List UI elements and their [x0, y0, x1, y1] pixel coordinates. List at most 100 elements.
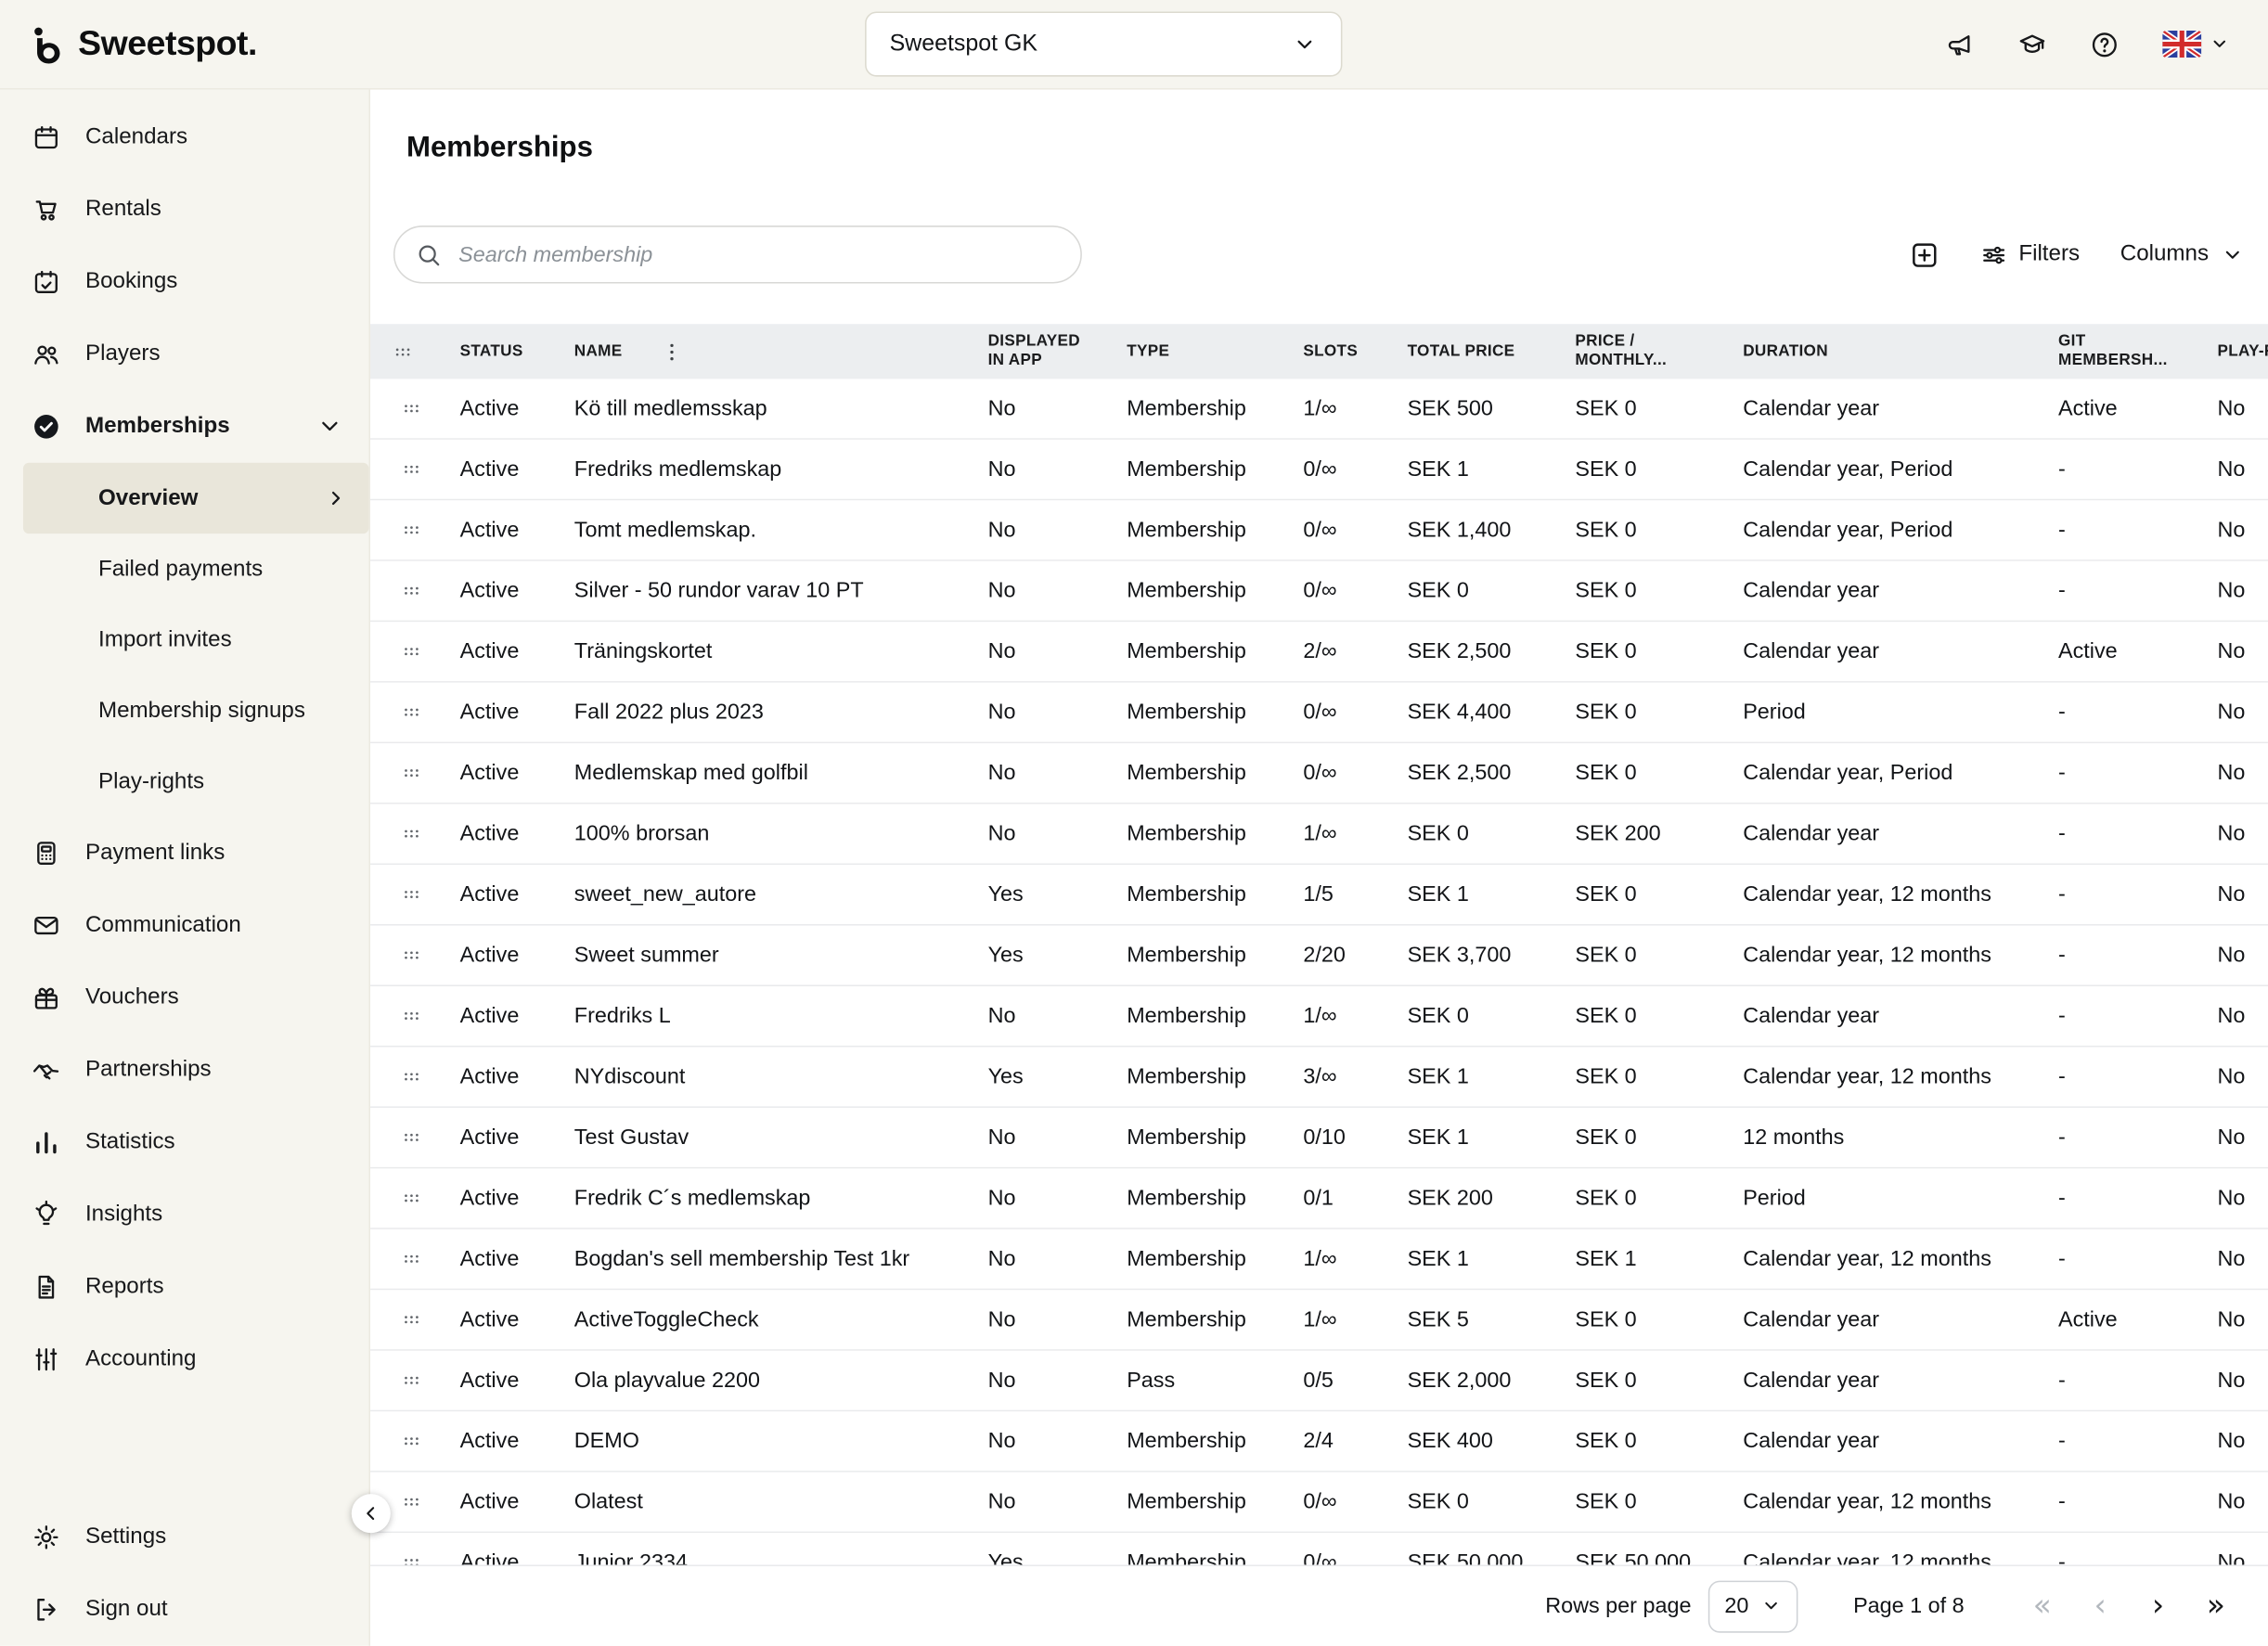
- table-row[interactable]: ActiveSilver - 50 rundor varav 10 PTNoMe…: [370, 561, 2268, 622]
- sidebar-item-calendars[interactable]: Calendars: [0, 101, 368, 174]
- filters-button[interactable]: Filters: [1979, 241, 2080, 269]
- table-row[interactable]: ActiveDEMONoMembership2/4SEK 400SEK 0Cal…: [370, 1411, 2268, 1472]
- table-row[interactable]: ActiveBogdan's sell membership Test 1krN…: [370, 1229, 2268, 1290]
- row-drag-handle[interactable]: [370, 1307, 434, 1331]
- row-drag-handle[interactable]: [370, 578, 434, 602]
- academy-button[interactable]: [2017, 30, 2046, 58]
- cell-type: Membership: [1101, 700, 1277, 724]
- sidebar-subitem-membership-signups[interactable]: Membership signups: [0, 675, 368, 746]
- next-page-button[interactable]: ›: [2129, 1591, 2186, 1622]
- row-drag-handle[interactable]: [370, 396, 434, 420]
- column-header-name[interactable]: NAME: [548, 340, 962, 364]
- row-drag-handle[interactable]: [370, 1186, 434, 1210]
- row-drag-handle[interactable]: [370, 821, 434, 845]
- table-row[interactable]: ActiveOlatestNoMembership0/∞SEK 0SEK 0Ca…: [370, 1472, 2268, 1533]
- table-row[interactable]: ActiveFredriks medlemskapNoMembership0/∞…: [370, 440, 2268, 500]
- help-button[interactable]: [2090, 30, 2119, 58]
- sidebar-item-settings[interactable]: Settings: [0, 1501, 368, 1574]
- row-drag-handle[interactable]: [370, 1550, 434, 1565]
- row-drag-handle[interactable]: [370, 700, 434, 724]
- sidebar-subitem-failed-payments[interactable]: Failed payments: [0, 534, 368, 604]
- sidebar-collapse-button[interactable]: [352, 1494, 391, 1533]
- column-header-status[interactable]: STATUS: [434, 342, 548, 361]
- sidebar-item-accounting[interactable]: Accounting: [0, 1323, 368, 1395]
- sidebar-item-communication[interactable]: Communication: [0, 890, 368, 962]
- row-drag-handle[interactable]: [370, 518, 434, 542]
- row-drag-handle[interactable]: [370, 1125, 434, 1150]
- column-header-duration[interactable]: DURATION: [1717, 342, 2032, 361]
- table-row[interactable]: ActiveKö till medlemsskapNoMembership1/∞…: [370, 379, 2268, 439]
- cell-total-price: SEK 1: [1382, 1064, 1550, 1088]
- column-header-total-price[interactable]: TOTAL PRICE: [1382, 342, 1550, 361]
- sidebar-item-label: Memberships: [85, 414, 230, 440]
- row-drag-handle[interactable]: [370, 943, 434, 967]
- table-row[interactable]: ActiveFall 2022 plus 2023NoMembership0/∞…: [370, 683, 2268, 743]
- cell-slots: 3/∞: [1277, 1064, 1381, 1088]
- column-header-type[interactable]: TYPE: [1101, 342, 1277, 361]
- row-drag-handle[interactable]: [370, 639, 434, 663]
- row-drag-handle[interactable]: [370, 457, 434, 482]
- sidebar-footer: SettingsSign out: [0, 1501, 368, 1646]
- header-drag-handle[interactable]: [370, 340, 434, 364]
- column-header-displayed-in-app[interactable]: DISPLAYED IN APP: [962, 332, 1102, 370]
- table-row[interactable]: Activesweet_new_autoreYesMembership1/5SE…: [370, 865, 2268, 925]
- club-selector[interactable]: Sweetspot GK: [865, 11, 1342, 76]
- last-page-button[interactable]: »: [2187, 1591, 2245, 1622]
- sidebar-item-bookings[interactable]: Bookings: [0, 246, 368, 318]
- cell-total-price: SEK 0: [1382, 578, 1550, 602]
- cell-play-right: No: [2191, 1550, 2268, 1565]
- table-row[interactable]: ActiveOla playvalue 2200NoPass0/5SEK 2,0…: [370, 1351, 2268, 1411]
- column-header-price-monthly[interactable]: PRICE / MONTHLY...: [1549, 332, 1717, 370]
- table-row[interactable]: ActiveFredriks LNoMembership1/∞SEK 0SEK …: [370, 986, 2268, 1047]
- row-drag-handle[interactable]: [370, 1064, 434, 1088]
- announcements-button[interactable]: [1945, 30, 1974, 58]
- row-drag-handle[interactable]: [370, 882, 434, 907]
- first-page-button[interactable]: «: [2014, 1591, 2071, 1622]
- brand-logo[interactable]: Sweetspot.: [32, 24, 257, 65]
- column-header-git-membersh[interactable]: GIT MEMBERSH...: [2032, 332, 2191, 370]
- sidebar-item-rentals[interactable]: Rentals: [0, 174, 368, 246]
- language-button[interactable]: [2162, 31, 2230, 58]
- row-drag-handle[interactable]: [370, 1004, 434, 1028]
- sidebar-item-statistics[interactable]: Statistics: [0, 1106, 368, 1178]
- sidebar-subitem-overview[interactable]: Overview: [23, 463, 369, 534]
- table-row[interactable]: ActiveActiveToggleCheckNoMembership1/∞SE…: [370, 1290, 2268, 1350]
- sidebar-subitem-play-rights[interactable]: Play-rights: [0, 746, 368, 817]
- add-membership-button[interactable]: [1909, 239, 1939, 270]
- column-header-slots[interactable]: SLOTS: [1277, 342, 1381, 361]
- column-header-play-right[interactable]: PLAY-RIGHT: [2191, 342, 2268, 361]
- cell-name: Bogdan's sell membership Test 1kr: [548, 1247, 962, 1271]
- table-row[interactable]: ActiveFredrik C´s medlemskapNoMembership…: [370, 1168, 2268, 1228]
- cell-type: Membership: [1101, 1550, 1277, 1565]
- rows-per-page-select[interactable]: 20: [1708, 1580, 1798, 1632]
- table-row[interactable]: ActiveSweet summerYesMembership2/20SEK 3…: [370, 926, 2268, 986]
- cell-total-price: SEK 4,400: [1382, 700, 1550, 724]
- sidebar-item-payment-links[interactable]: Payment links: [0, 817, 368, 890]
- row-drag-handle[interactable]: [370, 1247, 434, 1271]
- search-input[interactable]: [456, 241, 1061, 269]
- table-row[interactable]: ActiveJunior 2334.YesMembership0/∞SEK 50…: [370, 1533, 2268, 1564]
- sidebar-item-label: Rentals: [85, 197, 161, 223]
- row-drag-handle[interactable]: [370, 761, 434, 785]
- sidebar-item-memberships[interactable]: Memberships: [0, 391, 368, 463]
- table-row[interactable]: ActiveTomt medlemskap.NoMembership0/∞SEK…: [370, 500, 2268, 560]
- previous-page-button[interactable]: ‹: [2071, 1591, 2129, 1622]
- cell-status: Active: [434, 639, 548, 663]
- table-row[interactable]: ActiveMedlemskap med golfbilNoMembership…: [370, 743, 2268, 804]
- sidebar-subitem-import-invites[interactable]: Import invites: [0, 605, 368, 675]
- table-row[interactable]: ActiveTest GustavNoMembership0/10SEK 1SE…: [370, 1108, 2268, 1168]
- sidebar-item-players[interactable]: Players: [0, 318, 368, 391]
- sidebar-item-sign-out[interactable]: Sign out: [0, 1574, 368, 1646]
- sidebar-item-partnerships[interactable]: Partnerships: [0, 1034, 368, 1106]
- row-drag-handle[interactable]: [370, 1429, 434, 1453]
- columns-button[interactable]: Columns: [2120, 241, 2245, 267]
- sidebar-item-insights[interactable]: Insights: [0, 1178, 368, 1251]
- column-menu-icon[interactable]: [660, 340, 684, 364]
- sidebar-item-vouchers[interactable]: Vouchers: [0, 962, 368, 1035]
- row-drag-handle[interactable]: [370, 1369, 434, 1393]
- table-row[interactable]: ActiveTräningskortetNoMembership2/∞SEK 2…: [370, 622, 2268, 682]
- sidebar-item-reports[interactable]: Reports: [0, 1251, 368, 1323]
- chevron-down-icon: [1292, 32, 1318, 58]
- table-row[interactable]: ActiveNYdiscountYesMembership3/∞SEK 1SEK…: [370, 1047, 2268, 1107]
- table-row[interactable]: Active100% brorsanNoMembership1/∞SEK 0SE…: [370, 804, 2268, 865]
